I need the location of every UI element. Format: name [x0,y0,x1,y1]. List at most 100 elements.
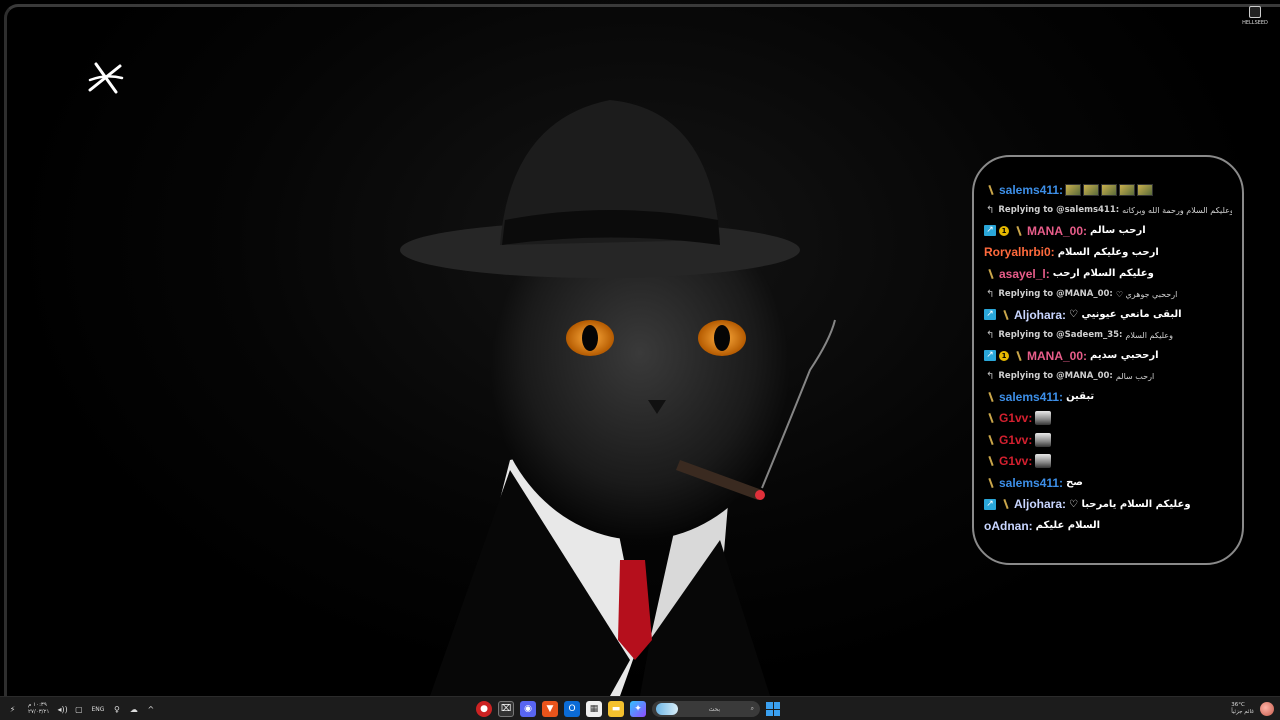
badge-arrow-icon: ↗ [984,225,996,237]
chat-message: Roryalhrbi0: ارحب وعليكم السلام [984,242,1232,264]
chat-text: تبقين [1066,391,1095,403]
display-icon[interactable]: ▢ [74,705,83,714]
badge-sword-icon [986,478,995,488]
chat-text: ارحب وعليكم السلام [1057,246,1159,258]
chat-reply-line: ↰ Replying to @salems411: وعليكم السلام ور… [984,201,1232,221]
reply-text: ارححبي جوهري ♡ [1115,289,1178,299]
badge-coin-icon: 1 [999,350,1009,361]
weather-icon [1260,702,1274,716]
reply-arrow-icon: ↰ [986,329,995,341]
chat-message: asayel_l: وعليكم السلام ارحب [984,263,1232,285]
chat-username[interactable]: MANA_00: [1027,224,1087,238]
reply-target: Replying to @MANA_00: [998,289,1113,300]
microphone-icon[interactable]: ♀ [112,705,121,714]
chat-username[interactable]: asayel_l: [999,267,1050,281]
chat-username[interactable]: salems411: [999,183,1063,197]
chat-message: ↗ 1 MANA_00: ارحب سالم [984,220,1232,242]
app-file-explorer-icon[interactable]: ▬ [608,701,624,717]
reply-text: ارحب سالم [1115,371,1155,381]
chat-username[interactable]: MANA_00: [1027,349,1087,363]
windows-start-icon[interactable] [766,702,780,716]
chat-username[interactable]: Aljohara: [1014,308,1066,322]
badge-sword-icon [1001,499,1010,509]
chat-username[interactable]: salems411: [999,476,1063,490]
chat-username[interactable]: G1vv: [999,454,1032,468]
emote-icon [1119,183,1136,196]
chat-message: salems411: تبقين [984,386,1232,408]
weather-temp: 36°C [1231,702,1245,708]
chat-message: oAdnan: السلام عليكم [984,515,1232,537]
taskbar-apps: ● ⌧ ◉ ▼ O ▦ ▬ ✦ بحث ⌕ [476,699,780,719]
chat-text: وعليكم السلام يامرحبا ♡ [1069,498,1191,510]
badge-arrow-icon: ↗ [984,498,996,510]
emote-icon [1083,183,1100,196]
emote-icon [1035,432,1052,447]
reply-target: Replying to @MANA_00: [998,371,1113,382]
emote-icon [1101,183,1118,196]
reply-arrow-icon: ↰ [986,370,995,382]
chevron-up-icon[interactable]: ^ [146,705,155,714]
reply-text: وعليكم السلام ورحمة الله وبركاته [1122,205,1232,215]
app-record-icon[interactable]: ● [476,701,492,717]
app-capture-icon[interactable]: ⌧ [498,701,514,717]
clock[interactable]: ١٠:٣٩ م ٢٧/٠٣/٢١ [28,702,49,716]
app-calendar-icon[interactable]: ▦ [586,701,602,717]
chat-message: G1vv: [984,408,1232,430]
chat-reply-line: ↰ Replying to @MANA_00: ارححبي جوهري ♡ [984,285,1232,305]
app-copilot-icon[interactable]: ✦ [630,701,646,717]
system-tray: ⚡ ١٠:٣٩ م ٢٧/٠٣/٢١ ◂)) ▢ ENG ♀ ☁ ^ [8,699,155,719]
app-brave-icon[interactable]: ▼ [542,701,558,717]
search-icon: ⌕ [750,705,754,712]
badge-sword-icon [986,269,995,279]
desktop-shortcut-label: HELLSEED [1242,20,1268,26]
chat-text: ارحب سالم [1090,225,1146,237]
badge-sword-icon [1014,351,1023,361]
chat-username[interactable]: oAdnan: [984,519,1033,533]
emote-icon [1137,183,1154,196]
weather-widget[interactable]: 36°C غائم جزئياً [1231,699,1274,719]
emote-icon [1065,183,1082,196]
taskbar: ⚡ ١٠:٣٩ م ٢٧/٠٣/٢١ ◂)) ▢ ENG ♀ ☁ ^ ● ⌧ ◉… [0,696,1280,720]
chat-username[interactable]: Aljohara: [1014,497,1066,511]
taskbar-search[interactable]: بحث ⌕ [652,701,760,717]
emote-icon [1035,454,1052,469]
search-placeholder: بحث [708,705,721,713]
badge-sword-icon [1001,310,1010,320]
language-indicator[interactable]: ENG [91,706,104,713]
badge-coin-icon: 1 [999,225,1009,236]
chat-username[interactable]: Roryalhrbi0: [984,245,1055,259]
chat-message: ↗ 1 MANA_00: ارححبي سديم [984,345,1232,367]
badge-sword-icon [986,185,995,195]
chat-reply-line: ↰ Replying to @MANA_00: ارحب سالم [984,367,1232,387]
badge-sword-icon [986,456,995,466]
volume-icon[interactable]: ◂)) [57,705,67,714]
app-discord-icon[interactable]: ◉ [520,701,536,717]
chat-message: G1vv: [984,429,1232,451]
chat-reply-line: ↰ Replying to @Sadeem_35: وعليكم السلام [984,326,1232,346]
reply-target: Replying to @Sadeem_35: [998,330,1123,341]
reply-text: وعليكم السلام [1125,330,1173,340]
chat-username[interactable]: salems411: [999,390,1063,404]
chat-text: السلام عليكم [1035,520,1101,532]
emote-icon [1035,411,1052,426]
clock-time: ١٠:٣٩ م [28,702,47,708]
chat-text: وعليكم السلام ارحب [1052,268,1154,280]
chat-username[interactable]: G1vv: [999,411,1032,425]
chat-text: صح [1066,477,1083,489]
badge-arrow-icon: ↗ [984,350,996,362]
network-icon[interactable]: ⚡ [8,705,17,714]
desktop-shortcut[interactable]: HELLSEED [1238,6,1272,26]
badge-sword-icon [986,413,995,423]
chat-message: salems411: صح [984,472,1232,494]
badge-sword-icon [1014,226,1023,236]
cloud-icon[interactable]: ☁ [129,705,138,714]
chat-username[interactable]: G1vv: [999,433,1032,447]
app-outlook-icon[interactable]: O [564,701,580,717]
search-highlight-icon [656,703,678,715]
desktop-logo-icon [88,62,124,94]
chat-message: G1vv: [984,451,1232,473]
reply-arrow-icon: ↰ [986,204,995,216]
chat-message: salems411: [984,179,1232,201]
chat-message: ↗ Aljohara: وعليكم السلام يامرحبا ♡ [984,494,1232,516]
chat-text: البقى مانعي عيونيي ♡ [1069,309,1182,321]
